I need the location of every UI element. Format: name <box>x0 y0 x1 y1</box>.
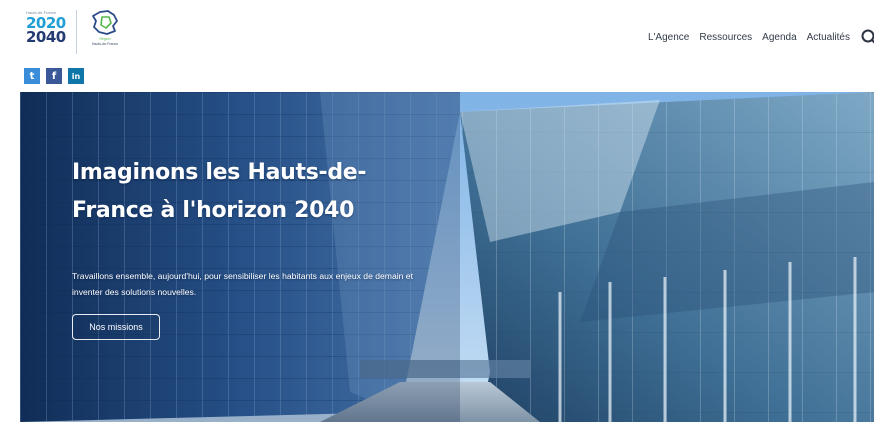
hero-text: Travaillons ensemble, aujourd'hui, pour … <box>72 271 413 297</box>
hero-banner: Imaginons les Hauts-de-France à l'horizo… <box>20 92 874 422</box>
logo-divider <box>76 10 77 54</box>
missions-button[interactable]: Nos missions <box>72 314 160 340</box>
hero-background-image <box>20 92 874 422</box>
site-logo[interactable]: Hauts-de-France 2020 2040 Région Hauts-d… <box>26 10 125 54</box>
twitter-icon[interactable]: t <box>24 68 40 84</box>
logo-2020-2040: Hauts-de-France 2020 2040 <box>26 10 74 46</box>
region-logo: Région Hauts-de-France <box>85 10 125 46</box>
region-label-top: Région <box>99 37 111 41</box>
facebook-icon[interactable]: f <box>46 68 62 84</box>
nav-item-ressources[interactable]: Ressources <box>699 32 752 43</box>
logo-year-bottom: 2040 <box>26 28 66 46</box>
nav-item-agenda[interactable]: Agenda <box>762 32 796 43</box>
nav-item-agence[interactable]: L'Agence <box>648 32 689 43</box>
search-icon[interactable] <box>860 28 874 46</box>
region-map-icon <box>92 10 118 35</box>
hero-title: Imaginons les Hauts-de-France à l'horizo… <box>72 160 367 223</box>
social-links: t f in <box>24 68 84 84</box>
main-nav: L'Agence Ressources Agenda Actualités <box>648 28 874 46</box>
site-header: Hauts-de-France 2020 2040 Région Hauts-d… <box>0 0 874 92</box>
linkedin-icon[interactable]: in <box>68 68 84 84</box>
nav-item-actualites[interactable]: Actualités <box>807 32 850 43</box>
region-label-bottom: Hauts-de-France <box>91 42 119 46</box>
